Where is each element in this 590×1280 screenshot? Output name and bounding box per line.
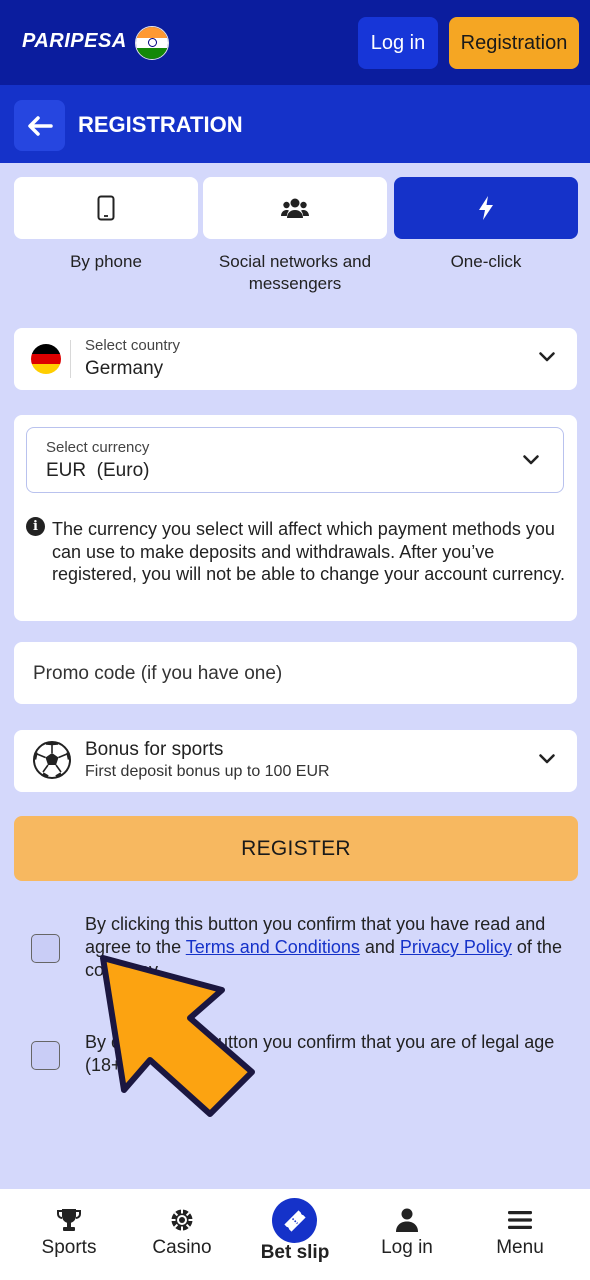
paripesa-logo[interactable]: PARIPESA	[22, 30, 127, 53]
user-icon	[396, 1208, 418, 1232]
bonus-select[interactable]: Bonus for sports First deposit bonus up …	[14, 730, 577, 792]
top-bar: PARIPESA Log in Registration	[0, 0, 590, 85]
currency-value: EUR (Euro)	[46, 460, 150, 481]
currency-info-text: The currency you select will affect whic…	[52, 519, 565, 584]
tab-one-click[interactable]	[394, 177, 578, 239]
terms-checkbox[interactable]	[31, 934, 60, 963]
ticket-icon	[283, 1209, 306, 1232]
privacy-policy-link[interactable]: Privacy Policy	[400, 937, 512, 957]
tab-label-by-phone[interactable]: By phone	[14, 251, 198, 273]
terms-consent-text: By clicking this button you confirm that…	[85, 913, 565, 982]
nav-label-casino: Casino	[152, 1237, 212, 1258]
info-icon: i	[26, 517, 45, 536]
tab-label-social-networks[interactable]: Social networks and messengers	[203, 251, 387, 295]
nav-label-login: Log in	[381, 1237, 433, 1258]
trophy-icon	[57, 1209, 81, 1231]
phone-icon	[97, 195, 115, 221]
nav-label-sports: Sports	[41, 1237, 97, 1258]
india-flag-icon[interactable]	[135, 26, 169, 60]
back-button[interactable]	[14, 100, 65, 151]
header-registration-button[interactable]: Registration	[449, 17, 579, 69]
chevron-down-icon	[539, 754, 555, 764]
terms-and-conditions-link[interactable]: Terms and Conditions	[186, 937, 360, 957]
registration-header: REGISTRATION	[0, 85, 590, 163]
promo-code-placeholder: Promo code (if you have one)	[33, 663, 283, 684]
header-login-button[interactable]: Log in	[358, 17, 438, 69]
country-select[interactable]: Select country Germany	[14, 328, 577, 390]
lightning-icon	[479, 196, 493, 220]
country-label: Select country	[85, 337, 181, 354]
casino-chip-icon	[171, 1209, 193, 1231]
germany-flag-icon	[31, 344, 61, 374]
tab-label-one-click[interactable]: One-click	[394, 251, 578, 273]
chevron-down-icon	[523, 455, 539, 465]
country-value: Germany	[85, 358, 164, 379]
nav-casino[interactable]: Casino	[127, 1189, 237, 1280]
bonus-subtitle: First deposit bonus up to 100 EUR	[85, 763, 330, 780]
menu-icon	[508, 1211, 532, 1229]
tab-by-phone[interactable]	[14, 177, 198, 239]
tab-social-networks[interactable]	[203, 177, 387, 239]
nav-label-bet-slip[interactable]: Bet slip	[240, 1242, 350, 1264]
nav-menu[interactable]: Menu	[465, 1189, 575, 1280]
register-button[interactable]: REGISTER	[14, 816, 578, 881]
bonus-title: Bonus for sports	[85, 739, 224, 760]
users-icon	[281, 198, 309, 218]
page-title: REGISTRATION	[78, 112, 243, 137]
nav-sports[interactable]: Sports	[14, 1189, 124, 1280]
promo-code-field[interactable]: Promo code (if you have one)	[14, 642, 577, 704]
divider	[70, 340, 71, 378]
arrow-left-icon	[27, 115, 53, 136]
currency-select[interactable]: Select currency EUR (Euro)	[26, 427, 564, 493]
currency-label: Select currency	[46, 439, 150, 456]
nav-login[interactable]: Log in	[352, 1189, 462, 1280]
nav-label-menu: Menu	[496, 1237, 544, 1258]
chevron-down-icon	[539, 352, 555, 362]
currency-card: Select currency EUR (Euro) i The currenc…	[14, 415, 577, 621]
terms-consent-middle: and	[359, 937, 400, 957]
age-consent-text: By clicking this button you confirm that…	[85, 1032, 555, 1075]
nav-bet-slip[interactable]	[272, 1198, 317, 1243]
soccer-ball-icon	[33, 741, 71, 779]
age-checkbox[interactable]	[31, 1041, 60, 1070]
